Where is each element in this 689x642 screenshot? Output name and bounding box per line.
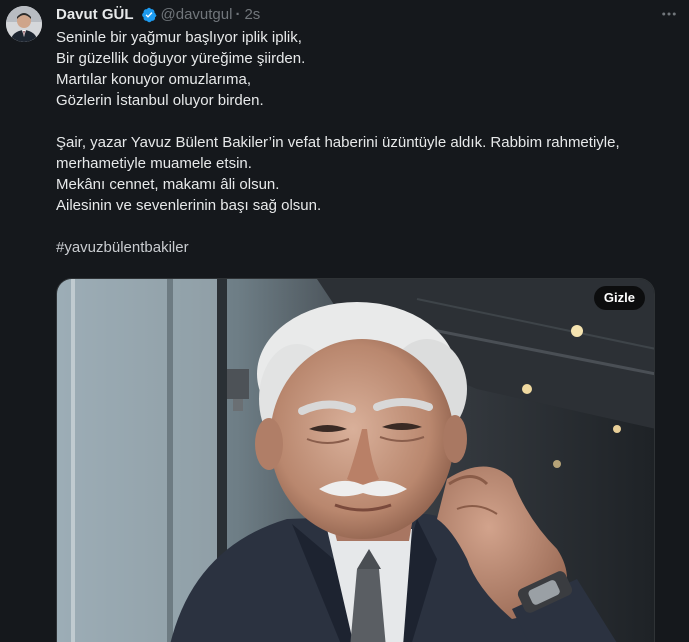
portrait-photo <box>57 279 654 642</box>
hide-media-button[interactable]: Gizle <box>593 286 645 310</box>
tweet-line: Şair, yazar Yavuz Bülent Bakiler’in vefa… <box>56 134 620 151</box>
timestamp[interactable]: 2s <box>244 5 260 25</box>
tweet-line: Ailesinin ve sevenlerinin başı sağ olsun… <box>56 197 322 214</box>
tweet-line: Martılar konuyor omuzlarıma, <box>56 71 252 88</box>
more-options-icon[interactable] <box>659 4 679 24</box>
tweet-media[interactable]: Gizle <box>56 278 655 642</box>
tweet-line: Gözlerin İstanbul oluyor birden. <box>56 92 264 109</box>
tweet-line: Bir güzellik doğuyor yüreğime şiirden. <box>56 50 306 67</box>
tweet-header: Davut GÜL @davutgul · 2s <box>56 5 260 25</box>
tweet-line: merhametiyle muamele etsin. <box>56 155 252 172</box>
display-name[interactable]: Davut GÜL <box>56 5 134 25</box>
verified-badge-icon <box>141 7 157 23</box>
tweet-line: Seninle bir yağmur başlıyor iplik iplik, <box>56 29 302 46</box>
tweet-line: Mekânı cennet, makamı âli olsun. <box>56 176 280 193</box>
handle[interactable]: @davutgul <box>161 5 233 25</box>
tweet: Davut GÜL @davutgul · 2s Seninle bir yağ… <box>0 0 689 642</box>
hashtag-link[interactable]: #yavuzbülentbakiler <box>56 237 656 258</box>
avatar-image <box>6 6 42 42</box>
separator-dot: · <box>235 6 241 23</box>
avatar[interactable] <box>6 6 42 42</box>
tweet-text: Seninle bir yağmur başlıyor iplik iplik,… <box>56 27 656 258</box>
